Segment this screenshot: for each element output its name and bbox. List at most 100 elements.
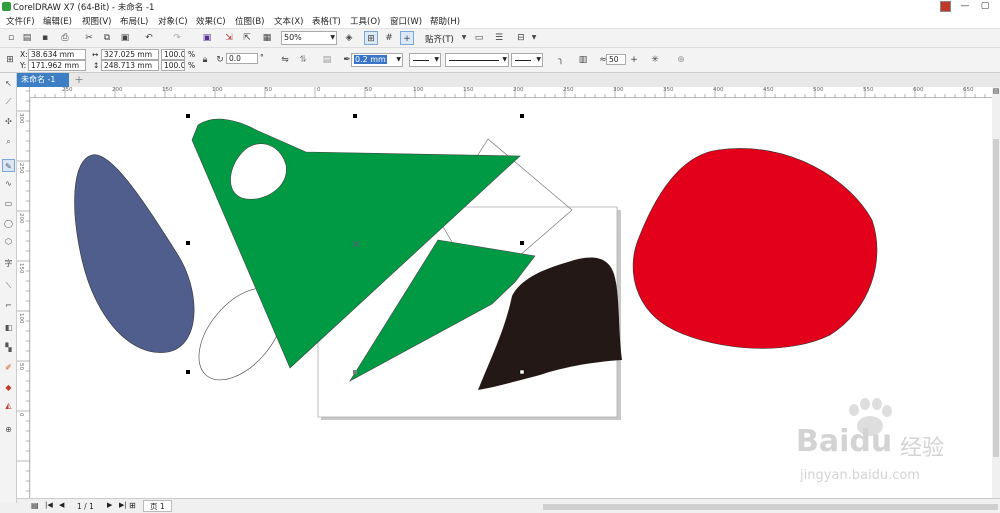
paste-icon[interactable]: ▣ <box>118 31 132 45</box>
copy-icon[interactable]: ⧉ <box>100 31 114 45</box>
color-eyedropper-icon[interactable]: ✐ <box>2 361 15 374</box>
zoom-level-select[interactable]: 50% ▼ <box>281 31 337 45</box>
vertical-ruler[interactable]: 300 250 200 150 100 50 0 <box>17 87 30 498</box>
redo-icon[interactable]: ↷ <box>170 31 184 45</box>
vertical-scrollbar[interactable]: ▤ <box>992 87 1000 498</box>
menu-text[interactable]: 文本(X) <box>274 15 303 27</box>
y-position-field[interactable]: 171.962 mm <box>28 60 86 71</box>
save-icon[interactable]: ▪ <box>38 31 52 45</box>
maximize-button[interactable]: ▢ <box>976 0 994 13</box>
ellipse-tool-icon[interactable]: ◯ <box>2 217 15 230</box>
parallel-dimension-icon[interactable]: ⟍ <box>2 279 15 292</box>
red-blob-shape[interactable] <box>632 148 878 349</box>
crop-tool-icon[interactable]: ✣ <box>2 115 15 128</box>
add-page-icon[interactable]: ⊞ <box>129 501 136 510</box>
document-tab[interactable]: 未命名 -1 <box>17 73 69 87</box>
end-arrowhead-select[interactable]: ▼ <box>511 53 543 67</box>
menu-object[interactable]: 对象(C) <box>158 15 188 27</box>
mirror-horizontal-icon[interactable]: ⇋ <box>278 53 292 67</box>
line-style-select[interactable]: ▼ <box>445 53 509 67</box>
outline-width-select[interactable]: 0.2 mm ▼ <box>351 53 403 67</box>
rotation-angle-field[interactable]: 0.0 <box>226 53 258 64</box>
docker-toggle-icon[interactable]: ▤ <box>992 87 1000 97</box>
polygon-tool-icon[interactable]: ⬡ <box>2 235 15 248</box>
add-tool-icon[interactable]: ⊕ <box>2 423 15 436</box>
connector-tool-icon[interactable]: ⌐ <box>2 299 15 312</box>
width-field[interactable]: 327.025 mm <box>101 49 159 60</box>
menu-file[interactable]: 文件(F) <box>6 15 35 27</box>
rectangle-tool-icon[interactable]: ▭ <box>2 197 15 210</box>
menu-tools[interactable]: 工具(O) <box>350 15 380 27</box>
welcome-screen-icon[interactable]: ▭ <box>472 31 486 45</box>
launch-icon[interactable]: ⊟ <box>514 31 528 45</box>
lock-ratio-icon[interactable]: 🔒︎ <box>198 53 212 67</box>
show-guidelines-icon[interactable]: + <box>400 31 414 45</box>
height-field[interactable]: 248.713 mm <box>101 60 159 71</box>
show-rulers-icon[interactable]: ⊞ <box>364 31 378 45</box>
first-page-icon[interactable]: |◀ <box>45 501 53 509</box>
text-tool-icon[interactable]: 字 <box>2 257 15 270</box>
menu-table[interactable]: 表格(T) <box>312 15 341 27</box>
next-page-icon[interactable]: ▶ <box>107 501 112 509</box>
auto-reduce-icon[interactable]: ✳ <box>648 53 662 67</box>
x-position-field[interactable]: 38.634 mm <box>28 49 86 60</box>
chevron-down-icon[interactable]: ▼ <box>527 31 541 45</box>
previous-page-icon[interactable]: ◀ <box>59 501 64 509</box>
page-options-icon[interactable]: ▤ <box>31 501 39 510</box>
drawing-canvas[interactable]: Baidu 经验 jingyan.baidu.com <box>31 98 992 498</box>
artistic-media-icon[interactable]: ∿ <box>2 177 15 190</box>
shape-tool-icon[interactable]: ⟋ <box>2 95 15 108</box>
show-grid-icon[interactable]: # <box>382 31 396 45</box>
menu-help[interactable]: 帮助(H) <box>430 15 460 27</box>
transparency-icon[interactable]: ▚ <box>2 341 15 354</box>
snap-to-dropdown[interactable]: 贴齐(T) <box>425 33 454 45</box>
user-avatar-icon[interactable] <box>940 1 951 12</box>
zoom-tool-icon[interactable]: ⌕ <box>2 135 15 148</box>
interactive-fill-icon[interactable]: ◆ <box>2 381 15 394</box>
vertical-scroll-thumb[interactable] <box>993 139 999 457</box>
menu-effects[interactable]: 效果(C) <box>196 15 226 27</box>
last-page-icon[interactable]: ▶| <box>119 501 127 509</box>
undo-icon[interactable]: ↶ <box>142 31 156 45</box>
smart-fill-icon[interactable]: ◭ <box>2 399 15 412</box>
options-icon[interactable]: ☰ <box>492 31 506 45</box>
object-origin-icon[interactable]: ⊞ <box>3 53 17 67</box>
start-arrowhead-select[interactable]: ▼ <box>409 53 441 67</box>
horizontal-ruler[interactable]: 250 200 150 100 50 0 50 100 150 200 250 … <box>30 87 992 98</box>
export-icon[interactable]: ⇱ <box>240 31 254 45</box>
close-curve-icon[interactable]: ╮ <box>554 53 568 67</box>
smoothing-field[interactable]: 50 <box>606 54 626 65</box>
menu-view[interactable]: 视图(V) <box>82 15 111 27</box>
menu-window[interactable]: 窗口(W) <box>390 15 422 27</box>
chevron-down-icon[interactable]: ▼ <box>457 31 471 45</box>
minimize-button[interactable]: — <box>956 0 974 13</box>
smoothing-slider-icon[interactable]: + <box>627 53 641 67</box>
mirror-vertical-icon[interactable]: ⥮ <box>296 53 310 67</box>
chevron-down-icon: ▼ <box>434 56 439 63</box>
add-document-button[interactable]: + <box>73 73 85 87</box>
coreldraw-logo-icon <box>2 2 11 11</box>
page-tab[interactable]: 页 1 <box>143 500 172 512</box>
freehand-tool-icon[interactable]: ✎ <box>2 159 15 172</box>
horizontal-scroll-thumb[interactable] <box>543 504 998 510</box>
pick-tool-icon[interactable]: ↖ <box>2 77 15 90</box>
app-launcher-icon[interactable]: ▦ <box>260 31 274 45</box>
menu-bitmaps[interactable]: 位图(B) <box>235 15 264 27</box>
add-icon[interactable]: ⊕ <box>674 53 688 67</box>
blue-drop-shape[interactable] <box>74 154 195 353</box>
drop-shadow-icon[interactable]: ◧ <box>2 321 15 334</box>
full-screen-icon[interactable]: ◈ <box>342 31 356 45</box>
scale-x-field[interactable]: 100.0 <box>161 49 185 60</box>
cut-icon[interactable]: ✂ <box>82 31 96 45</box>
print-icon[interactable]: ⎙ <box>58 31 72 45</box>
scale-y-field[interactable]: 100.0 <box>161 60 185 71</box>
search-content-icon[interactable]: ▣ <box>200 31 214 45</box>
ruler-label: 250 <box>62 87 73 93</box>
menu-edit[interactable]: 编辑(E) <box>43 15 72 27</box>
open-icon[interactable]: ▤ <box>20 31 34 45</box>
import-icon[interactable]: ⇲ <box>222 31 236 45</box>
new-document-icon[interactable]: ▫ <box>4 31 18 45</box>
wrap-text-icon[interactable]: ▤ <box>320 53 334 67</box>
menu-layout[interactable]: 布局(L) <box>120 15 148 27</box>
text-wrap-icon[interactable]: ▥ <box>576 53 590 67</box>
